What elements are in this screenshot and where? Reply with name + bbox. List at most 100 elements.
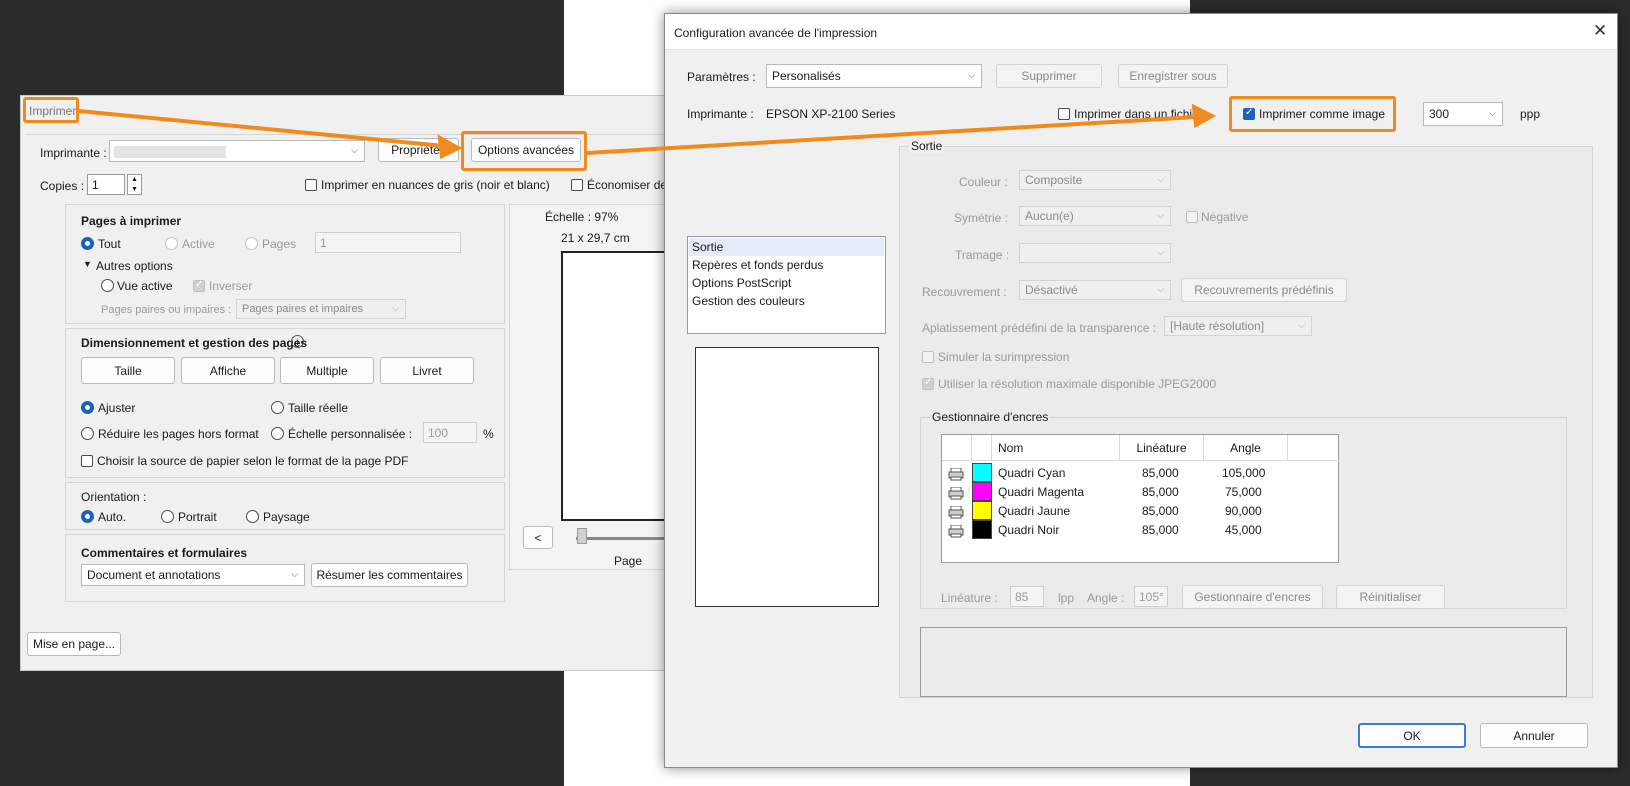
save-as-button[interactable]: Enregistrer sous [1118, 64, 1228, 88]
current-page-label: Active [182, 237, 215, 251]
color-select[interactable]: Composite ⌵ [1019, 170, 1171, 190]
simulate-overprint-checkbox[interactable] [922, 351, 934, 363]
close-icon[interactable]: ✕ [1593, 21, 1607, 41]
radio-portrait[interactable] [161, 510, 174, 523]
preview-scale: Échelle : 97% [545, 210, 619, 224]
page-setup-button[interactable]: Mise en page... [27, 632, 121, 656]
printer-name-redacted [114, 146, 226, 158]
highlight-print-as-image [1229, 96, 1396, 132]
tab-poster[interactable]: Affiche [181, 357, 275, 384]
summarize-comments-button[interactable]: Résumer les commentaires [311, 563, 468, 587]
transparency-label: Aplatissement prédéfini de la transparen… [922, 321, 1157, 335]
advanced-dialog-title: Configuration avancée de l'impression [674, 26, 878, 40]
custom-scale-input[interactable]: 100 [423, 422, 477, 443]
actual-size-label: Taille réelle [288, 401, 349, 415]
printer-icon[interactable] [948, 506, 964, 519]
tab-multiple[interactable]: Multiple [280, 357, 374, 384]
frequency-input[interactable]: 85 [1010, 586, 1044, 607]
flip-select[interactable]: Aucun(e) ⌵ [1019, 206, 1171, 226]
tab-size[interactable]: Taille [81, 357, 175, 384]
reverse-checkbox[interactable] [193, 279, 205, 292]
negative-checkbox[interactable] [1186, 211, 1198, 223]
simulate-overprint-label: Simuler la surimpression [938, 350, 1070, 364]
chevron-down-icon: ⌵ [1157, 209, 1164, 220]
more-options-toggle[interactable]: Autres options [96, 259, 173, 273]
radio-page-range[interactable] [245, 237, 258, 250]
printer-icon[interactable] [948, 468, 964, 481]
angle-input[interactable]: 105° [1134, 586, 1168, 607]
ink-frequency: 85,000 [1142, 466, 1179, 480]
delete-button[interactable]: Supprimer [996, 64, 1102, 88]
jpeg2000-checkbox[interactable] [922, 377, 934, 390]
radio-current-view[interactable] [101, 279, 114, 292]
trapping-select[interactable]: Désactivé ⌵ [1019, 280, 1171, 300]
negative-label: Négative [1201, 210, 1249, 224]
ink-col-frequency[interactable]: Linéature [1120, 435, 1204, 461]
shrink-label: Réduire les pages hors format [98, 427, 259, 441]
page-range-input[interactable]: 1 [315, 232, 461, 253]
trap-presets-button[interactable]: Recouvrements prédéfinis [1181, 278, 1347, 302]
radio-current-page[interactable] [165, 237, 178, 250]
all-pages-label: Tout [98, 237, 121, 251]
grayscale-checkbox[interactable] [305, 179, 317, 191]
radio-shrink[interactable] [81, 427, 94, 440]
nav-item-output[interactable]: Sortie [692, 240, 723, 254]
orientation-title: Orientation : [81, 490, 147, 504]
printer-icon[interactable] [948, 525, 964, 538]
ink-angle: 45,000 [1225, 523, 1262, 537]
prev-page-button[interactable]: < [523, 526, 553, 549]
screening-select[interactable]: ⌵ [1019, 243, 1171, 263]
angle-label: Angle : [1087, 591, 1125, 605]
save-ink-checkbox[interactable] [571, 179, 583, 191]
paper-source-checkbox[interactable] [81, 455, 93, 467]
properties-button[interactable]: Propriétés [378, 138, 459, 162]
ink-manager-button[interactable]: Gestionnaire d'encres [1182, 585, 1323, 609]
flip-value: Aucun(e) [1025, 209, 1074, 223]
info-icon[interactable]: i [291, 335, 304, 348]
radio-custom-scale[interactable] [271, 427, 284, 440]
chevron-down-icon: ⌵ [351, 144, 358, 155]
ink-col-swatch [972, 435, 992, 461]
frequency-label: Linéature : [941, 591, 998, 605]
printer-select[interactable]: ⌵ [109, 140, 365, 162]
ink-col-name[interactable]: Nom [992, 435, 1120, 461]
percent-label: % [483, 427, 494, 441]
ink-frequency: 85,000 [1142, 504, 1179, 518]
print-dialog: Imprimer Imprimante : ⌵ Propriétés Optio… [20, 95, 710, 671]
radio-landscape[interactable] [246, 510, 259, 523]
dpi-select[interactable]: 300 ⌵ [1423, 102, 1503, 126]
page-slider-thumb[interactable] [577, 528, 587, 544]
reset-button[interactable]: Réinitialiser [1336, 585, 1445, 609]
ink-frequency: 85,000 [1142, 523, 1179, 537]
radio-all-pages[interactable] [81, 237, 94, 250]
chevron-down-icon: ⌵ [968, 69, 975, 80]
cancel-button[interactable]: Annuler [1480, 723, 1588, 748]
radio-actual-size[interactable] [271, 401, 284, 414]
tab-booklet[interactable]: Livret [380, 357, 474, 384]
custom-scale-label: Échelle personnalisée : [288, 427, 413, 441]
grayscale-label: Imprimer en nuances de gris (noir et bla… [321, 178, 550, 192]
odd-even-select[interactable]: Pages paires et impaires ⌵ [236, 299, 406, 319]
settings-select[interactable]: Personalisés ⌵ [766, 64, 982, 88]
comments-select[interactable]: Document et annotations ⌵ [81, 564, 305, 586]
ink-angle: 90,000 [1225, 504, 1262, 518]
triangle-down-icon[interactable]: ▼ [83, 259, 92, 269]
print-to-file-checkbox[interactable] [1058, 108, 1070, 120]
transparency-select[interactable]: [Haute résolution] ⌵ [1164, 316, 1312, 336]
nav-item-color-management[interactable]: Gestion des couleurs [692, 294, 805, 308]
ink-name: Quadri Jaune [998, 504, 1071, 518]
copies-input[interactable]: 1 [87, 174, 125, 195]
settings-value: Personalisés [772, 69, 841, 83]
radio-orientation-auto[interactable] [81, 510, 94, 523]
transparency-value: [Haute résolution] [1170, 319, 1265, 333]
advanced-print-dialog: Configuration avancée de l'impression ✕ … [664, 13, 1618, 768]
radio-fit[interactable] [81, 401, 94, 414]
ok-button[interactable]: OK [1358, 723, 1466, 748]
printer-label: Imprimante : [40, 146, 107, 160]
nav-item-marks-bleeds[interactable]: Repères et fonds perdus [692, 258, 823, 272]
copies-spinner[interactable]: ▲ ▼ [127, 174, 142, 195]
nav-item-postscript[interactable]: Options PostScript [692, 276, 791, 290]
reverse-label: Inverser [209, 279, 253, 293]
ink-col-angle[interactable]: Angle [1204, 435, 1288, 461]
printer-icon[interactable] [948, 487, 964, 500]
